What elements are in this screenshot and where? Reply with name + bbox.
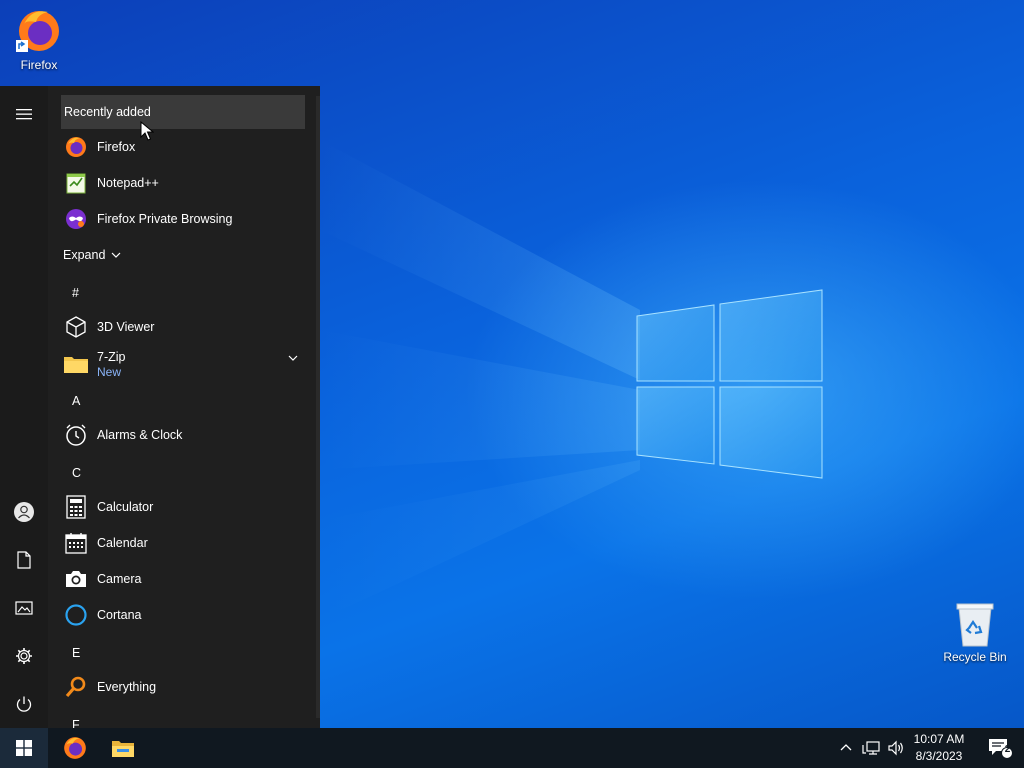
app-item-camera[interactable]: Camera <box>61 561 305 597</box>
cube-icon <box>63 314 89 340</box>
app-item-calendar[interactable]: Calendar <box>61 525 305 561</box>
chevron-down-icon <box>111 252 121 258</box>
taskbar-firefox-button[interactable] <box>51 728 99 768</box>
desktop-icon-recycle-bin[interactable]: Recycle Bin <box>936 600 1014 664</box>
start-menu-rail <box>0 86 48 728</box>
pictures-icon <box>15 601 33 615</box>
expand-label: Expand <box>63 248 106 262</box>
show-hidden-icons-button[interactable] <box>834 728 858 768</box>
start-button[interactable] <box>0 728 48 768</box>
app-label: 7-Zip <box>97 349 126 364</box>
app-item-calculator[interactable]: Calculator <box>61 489 305 525</box>
app-label: 3D Viewer <box>97 320 155 334</box>
app-label: Firefox Private Browsing <box>97 212 233 226</box>
mouse-cursor-icon <box>140 121 154 141</box>
volume-icon <box>888 740 903 756</box>
app-item-cortana[interactable]: Cortana <box>61 597 305 633</box>
network-icon <box>862 741 880 755</box>
action-center-button[interactable]: 2 <box>976 728 1024 768</box>
camera-icon <box>63 566 89 592</box>
group-letter-a[interactable]: A <box>72 394 80 408</box>
app-item-3d-viewer[interactable]: 3D Viewer <box>61 309 305 345</box>
documents-icon <box>17 551 31 569</box>
desktop-icon-label: Firefox <box>20 58 58 72</box>
user-icon <box>14 502 34 522</box>
group-letter-e[interactable]: E <box>72 646 80 660</box>
documents-button[interactable] <box>0 536 48 584</box>
new-badge: New <box>97 364 122 379</box>
app-item-7zip[interactable]: 7-Zip New <box>61 344 305 384</box>
start-menu: Recently added Firefox Notepad++ Firefox… <box>0 86 320 728</box>
calendar-icon <box>63 530 89 556</box>
search-magnifier-icon <box>63 674 89 700</box>
windows-start-icon <box>16 740 32 756</box>
folder-icon <box>63 351 89 377</box>
app-item-alarms-clock[interactable]: Alarms & Clock <box>61 417 305 453</box>
firefox-icon <box>64 737 86 759</box>
group-letter-hash[interactable]: # <box>72 286 79 300</box>
recycle-bin-icon <box>956 603 994 647</box>
taskbar: 10:07 AM 8/3/2023 2 <box>0 728 1024 768</box>
firefox-icon <box>63 134 89 160</box>
settings-gear-icon <box>16 648 32 664</box>
windows-logo-glass <box>636 289 823 479</box>
app-label: Camera <box>97 572 142 586</box>
app-label: Calendar <box>97 536 148 550</box>
hamburger-menu-button[interactable] <box>0 90 48 138</box>
app-item-notepadpp[interactable]: Notepad++ <box>61 165 305 201</box>
app-item-firefox-private[interactable]: Firefox Private Browsing <box>61 201 305 237</box>
firefox-private-icon <box>63 206 89 232</box>
app-label: Notepad++ <box>97 176 159 190</box>
expand-recent-button[interactable]: Expand <box>63 248 122 262</box>
recently-added-header[interactable]: Recently added <box>61 95 305 129</box>
taskbar-clock[interactable]: 10:07 AM 8/3/2023 <box>905 731 973 765</box>
firefox-icon <box>16 11 59 52</box>
pictures-button[interactable] <box>0 584 48 632</box>
start-app-list[interactable]: Recently added Firefox Notepad++ Firefox… <box>48 86 316 728</box>
notification-count-badge: 2 <box>1004 744 1011 755</box>
user-account-button[interactable] <box>0 488 48 536</box>
settings-button[interactable] <box>0 632 48 680</box>
desktop-icon-firefox[interactable]: Firefox <box>0 6 78 72</box>
hamburger-menu-icon <box>16 109 32 120</box>
power-icon <box>16 696 32 712</box>
desktop-icon-label: Recycle Bin <box>943 650 1007 664</box>
app-label: Cortana <box>97 608 142 622</box>
start-menu-scrollbar[interactable] <box>316 96 320 718</box>
app-item-everything[interactable]: Everything <box>61 669 305 705</box>
clock-icon <box>63 422 89 448</box>
app-item-firefox[interactable]: Firefox <box>61 129 305 165</box>
chevron-up-icon <box>840 744 852 751</box>
group-letter-f[interactable]: F <box>72 718 80 728</box>
cortana-icon <box>63 602 89 628</box>
app-label: Firefox <box>97 140 136 154</box>
app-label: Alarms & Clock <box>97 428 183 442</box>
notepadpp-icon <box>63 170 89 196</box>
app-label-group: 7-Zip New <box>97 350 125 379</box>
chevron-down-icon[interactable] <box>287 353 299 363</box>
network-button[interactable] <box>858 728 884 768</box>
group-letter-c[interactable]: C <box>72 466 81 480</box>
clock-date: 8/3/2023 <box>915 749 963 763</box>
file-explorer-icon <box>112 741 134 757</box>
calculator-icon <box>63 494 89 520</box>
app-label: Calculator <box>97 500 154 514</box>
power-button[interactable] <box>0 680 48 728</box>
app-label: Everything <box>97 680 157 694</box>
taskbar-file-explorer-button[interactable] <box>99 728 147 768</box>
clock-time: 10:07 AM <box>913 732 965 746</box>
